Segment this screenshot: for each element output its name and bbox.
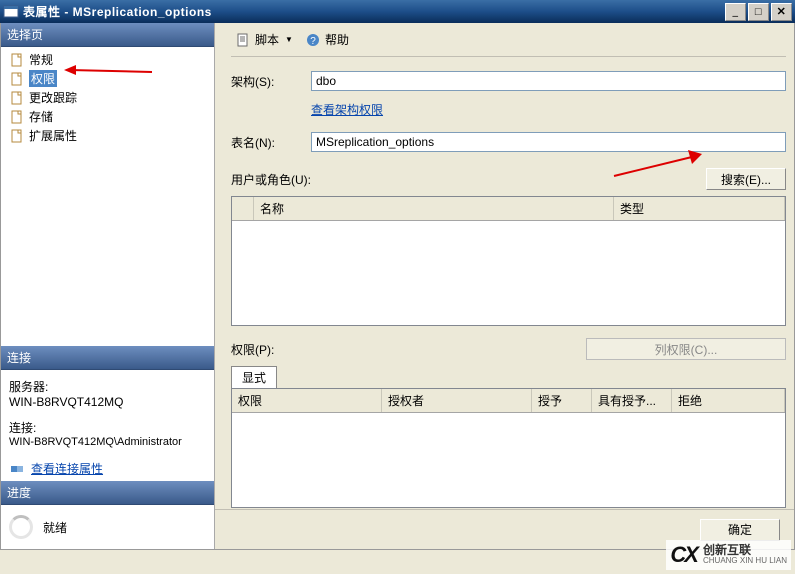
select-page-header: 选择页: [1, 23, 214, 47]
connection-header: 连接: [1, 346, 214, 370]
permissions-label: 权限(P):: [231, 341, 274, 358]
nav-item-label: 常规: [29, 51, 53, 68]
nav-list: 常规 权限 更改跟踪 存储 扩展属性: [1, 47, 214, 148]
nav-item-permissions[interactable]: 权限: [1, 69, 214, 88]
column-permissions-button[interactable]: 列权限(C)...: [586, 338, 786, 360]
connection-info: 服务器: WIN-B8RVQT412MQ 连接: WIN-B8RVQT412MQ…: [1, 370, 214, 456]
table-name-label: 表名(N):: [231, 134, 303, 151]
conn-label: 连接:: [9, 419, 206, 436]
conn-value: WIN-B8RVQT412MQ\Administrator: [9, 436, 206, 448]
progress-spinner-icon: [9, 515, 33, 539]
script-button-label: 脚本: [255, 31, 279, 48]
watermark-logo: CX: [670, 542, 697, 568]
grid-col-type[interactable]: 类型: [614, 197, 785, 220]
chevron-down-icon: ▼: [285, 35, 293, 44]
ok-button[interactable]: 确定: [700, 519, 780, 541]
view-connection-props-link[interactable]: 查看连接属性: [31, 460, 103, 477]
server-label: 服务器:: [9, 378, 206, 395]
ok-button-label: 确定: [728, 521, 752, 538]
nav-item-extended-props[interactable]: 扩展属性: [1, 126, 214, 145]
search-button-label: 搜索(E)...: [721, 171, 771, 188]
perm-col-deny[interactable]: 拒绝: [672, 389, 785, 412]
close-button[interactable]: ✕: [771, 3, 792, 21]
page-icon: [9, 52, 25, 68]
permissions-tabstrip: 显式: [231, 366, 786, 388]
nav-item-label: 扩展属性: [29, 127, 77, 144]
progress-header: 进度: [1, 481, 214, 505]
users-roles-grid[interactable]: 名称 类型: [231, 196, 786, 326]
permissions-grid[interactable]: 权限 授权者 授予 具有授予... 拒绝: [231, 388, 786, 508]
toolbar: 脚本 ▼ ? 帮助: [231, 27, 786, 57]
sidebar: 选择页 常规 权限 更改跟踪 存储 扩展属性 连接: [1, 23, 215, 549]
perm-col-with-grant[interactable]: 具有授予...: [592, 389, 672, 412]
page-icon: [9, 71, 25, 87]
help-button[interactable]: ? 帮助: [301, 29, 353, 50]
schema-label: 架构(S):: [231, 73, 303, 90]
nav-item-general[interactable]: 常规: [1, 50, 214, 69]
watermark-en: CHUANG XIN HU LIAN: [703, 557, 787, 566]
script-icon: [235, 32, 251, 48]
maximize-button[interactable]: □: [748, 3, 769, 21]
watermark: CX 创新互联 CHUANG XIN HU LIAN: [666, 540, 791, 570]
nav-item-label: 存储: [29, 108, 53, 125]
progress-status: 就绪: [43, 519, 67, 536]
nav-item-label: 更改跟踪: [29, 89, 77, 106]
page-icon: [9, 128, 25, 144]
perm-col-grant[interactable]: 授予: [532, 389, 592, 412]
grid-col-name[interactable]: 名称: [254, 197, 614, 220]
schema-input[interactable]: [311, 71, 786, 91]
nav-item-label: 权限: [29, 70, 57, 87]
nav-item-change-tracking[interactable]: 更改跟踪: [1, 88, 214, 107]
table-name-input[interactable]: [311, 132, 786, 152]
users-roles-label: 用户或角色(U):: [231, 171, 311, 188]
connection-icon: [9, 461, 25, 477]
script-button[interactable]: 脚本 ▼: [231, 29, 297, 50]
perm-col-grantor[interactable]: 授权者: [382, 389, 532, 412]
window-titlebar: 表属性 - MSreplication_options _ □ ✕: [0, 0, 795, 23]
main-panel: 脚本 ▼ ? 帮助 架构(S): 查看架构权限 表名(N): 用户或角色(U):…: [215, 23, 794, 549]
server-value: WIN-B8RVQT412MQ: [9, 395, 206, 409]
search-button[interactable]: 搜索(E)...: [706, 168, 786, 190]
nav-item-storage[interactable]: 存储: [1, 107, 214, 126]
minimize-button[interactable]: _: [725, 3, 746, 21]
window-title: 表属性 - MSreplication_options: [23, 3, 212, 20]
view-schema-permissions-link[interactable]: 查看架构权限: [311, 103, 383, 117]
help-button-label: 帮助: [325, 31, 349, 48]
page-icon: [9, 109, 25, 125]
perm-col-permission[interactable]: 权限: [232, 389, 382, 412]
page-icon: [9, 90, 25, 106]
tab-explicit[interactable]: 显式: [231, 366, 277, 388]
tab-explicit-label: 显式: [242, 371, 266, 385]
svg-text:?: ?: [310, 36, 316, 47]
app-icon: [3, 4, 19, 20]
grid-corner: [232, 197, 254, 220]
help-icon: ?: [305, 32, 321, 48]
column-permissions-button-label: 列权限(C)...: [655, 341, 718, 358]
